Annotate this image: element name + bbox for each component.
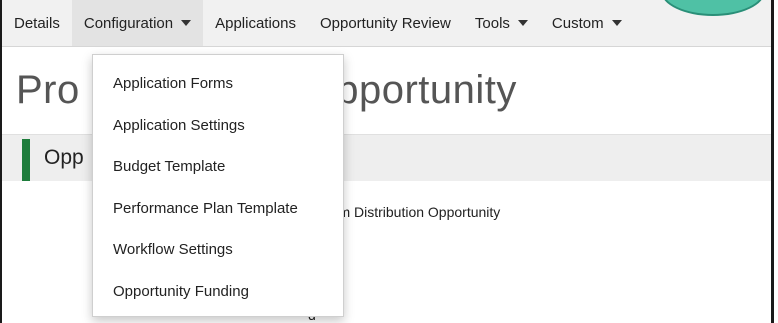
section-accent-bar bbox=[22, 139, 30, 181]
opportunity-type-text: ram Distribution Opportunity bbox=[326, 204, 501, 220]
menu-item-workflow-settings[interactable]: Workflow Settings bbox=[93, 229, 343, 271]
app-frame: Details Configuration Applications Oppor… bbox=[0, 0, 774, 323]
nav-applications-label: Applications bbox=[215, 14, 296, 32]
nav-configuration[interactable]: Configuration bbox=[71, 0, 204, 46]
nav-custom-label: Custom bbox=[551, 14, 604, 32]
nav-applications[interactable]: Applications bbox=[203, 0, 308, 46]
configuration-dropdown-menu: Application Forms Application Settings B… bbox=[92, 54, 344, 317]
nav-tools-label: Tools bbox=[474, 14, 510, 32]
section-title: Opp bbox=[44, 146, 84, 169]
top-navbar: Details Configuration Applications Oppor… bbox=[2, 0, 771, 47]
nav-details-label: Details bbox=[14, 14, 60, 32]
nav-details[interactable]: Details bbox=[2, 0, 72, 46]
caret-down-icon bbox=[517, 20, 528, 26]
nav-opportunity-review[interactable]: Opportunity Review bbox=[308, 0, 463, 46]
menu-item-opportunity-funding[interactable]: Opportunity Funding bbox=[93, 271, 343, 313]
nav-opportunity-review-label: Opportunity Review bbox=[319, 14, 451, 32]
menu-item-performance-plan-template[interactable]: Performance Plan Template bbox=[93, 188, 343, 230]
caret-down-icon bbox=[181, 20, 192, 26]
nav-tools[interactable]: Tools bbox=[463, 0, 540, 46]
caret-down-icon bbox=[611, 20, 622, 26]
menu-item-budget-template[interactable]: Budget Template bbox=[93, 146, 343, 188]
page-title-left: Pro bbox=[16, 68, 80, 112]
menu-item-application-settings[interactable]: Application Settings bbox=[93, 105, 343, 147]
menu-item-application-forms[interactable]: Application Forms bbox=[93, 63, 343, 105]
nav-custom[interactable]: Custom bbox=[540, 0, 634, 46]
nav-configuration-label: Configuration bbox=[83, 14, 174, 32]
